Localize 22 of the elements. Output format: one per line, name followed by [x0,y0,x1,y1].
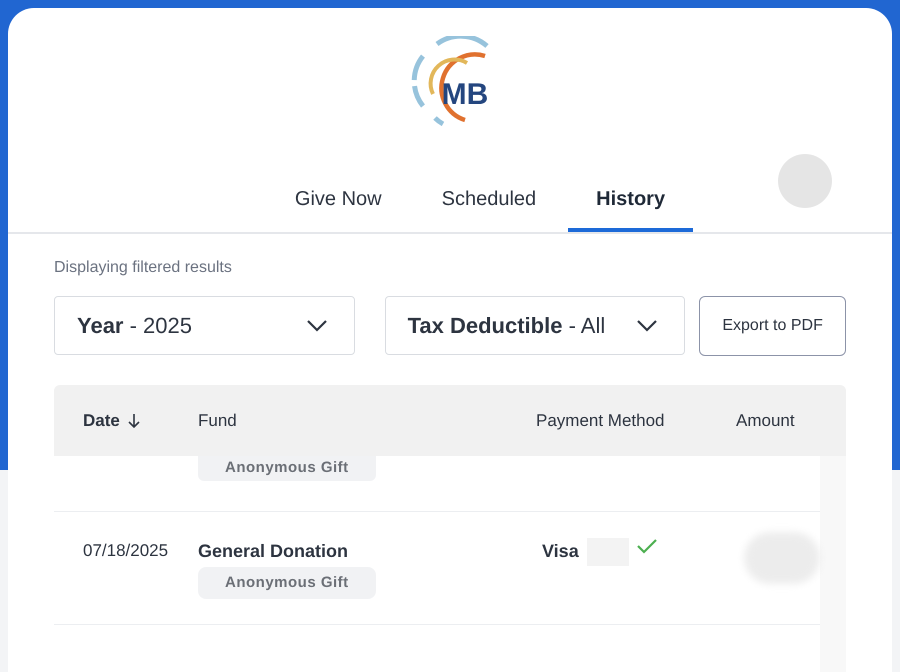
column-header[interactable]: Amount [736,408,795,434]
sort-arrow-icon [128,412,140,428]
fund-tag: Anonymous Gift [198,567,376,599]
nav-tab[interactable]: Scheduled [414,176,564,232]
fund-tag: Anonymous Gift [198,456,376,481]
logo: MB [407,36,493,128]
export-button[interactable]: Export to PDF [699,296,846,356]
column-header[interactable]: Fund [198,408,237,434]
column-header[interactable]: Payment Method [536,408,665,434]
column-header[interactable]: Date [83,408,120,434]
nav-tab[interactable]: Give Now [266,176,410,232]
chevron-down-icon [636,320,658,332]
filter-note: Displaying filtered results [54,258,233,278]
dropdown-label: Year - 2025 [77,312,192,340]
filter-dropdown[interactable]: Tax Deductible - All [384,296,686,355]
fund-name: General Donation [198,540,348,563]
date-cell-text: 07/18/2025 [82,540,170,562]
filter-dropdown[interactable]: Year - 2025 [54,296,355,355]
payment-method: Visa [542,540,579,563]
chevron-down-icon [306,320,328,332]
nav-tab[interactable]: History [568,176,694,232]
dropdown-label: Tax Deductible - All [408,312,606,340]
